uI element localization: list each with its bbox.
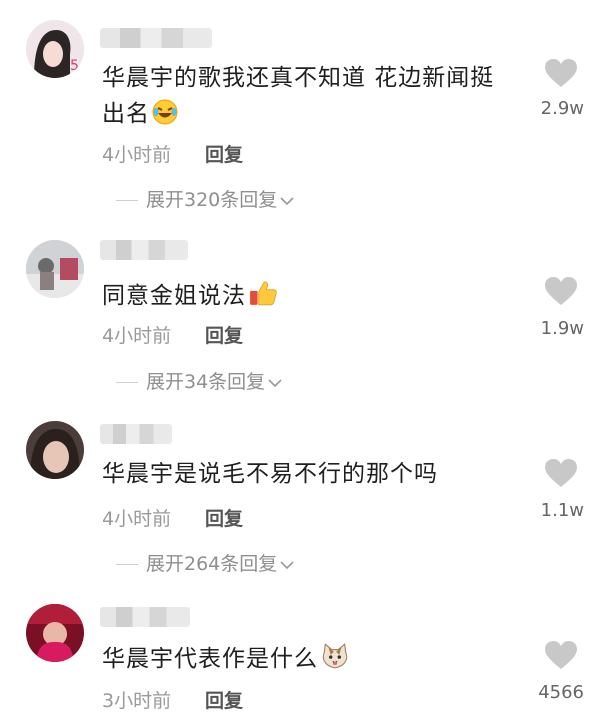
reply-button[interactable]: 回复 <box>205 686 243 713</box>
divider-line <box>116 564 138 565</box>
comment-text: 华晨宇的歌我还真不知道 花边新闻挺 出名 <box>102 60 522 132</box>
expand-replies-label: 展开264条回复 <box>146 553 278 575</box>
timestamp: 3小时前 <box>102 690 172 712</box>
expand-replies-label: 展开320条回复 <box>146 189 278 211</box>
expand-replies-label: 展开34条回复 <box>146 371 266 393</box>
comment-text-fragment: 同意金姐说法 <box>102 283 246 309</box>
reply-button[interactable]: 回复 <box>205 321 243 348</box>
comment-text-line: 出名 <box>102 96 522 132</box>
avatar[interactable] <box>26 604 84 662</box>
comment-text-fragment: 华晨宇代表作是什么 <box>102 646 318 672</box>
username-blurred[interactable] <box>100 28 212 48</box>
divider-line <box>116 200 138 201</box>
timestamp: 4小时前 <box>102 508 172 530</box>
comment-text: 华晨宇代表作是什么 <box>102 641 522 677</box>
timestamp: 4小时前 <box>102 144 172 166</box>
avatar[interactable] <box>26 421 84 479</box>
reply-button[interactable]: 回复 <box>205 504 243 531</box>
username-blurred[interactable] <box>100 424 172 444</box>
timestamp: 4小时前 <box>102 325 172 347</box>
comment-text: 同意金姐说法 <box>102 278 522 314</box>
chevron-down-icon <box>280 560 294 569</box>
comment-text: 华晨宇是说毛不易不行的那个吗 <box>102 461 438 487</box>
expand-replies-button[interactable]: 展开264条回复 <box>116 549 295 576</box>
username-blurred[interactable] <box>100 240 188 260</box>
svg-text:5: 5 <box>70 58 79 74</box>
like-count: 2.9w <box>540 98 584 119</box>
divider-line <box>116 382 138 383</box>
heart-icon[interactable] <box>544 276 578 306</box>
username-blurred[interactable] <box>100 607 190 627</box>
cat-face-emoji <box>322 643 348 669</box>
avatar[interactable]: 5 <box>26 20 84 78</box>
comment-text-line: 华晨宇的歌我还真不知道 花边新闻挺 <box>102 65 495 91</box>
expand-replies-button[interactable]: 展开34条回复 <box>116 367 283 394</box>
heart-icon[interactable] <box>544 458 578 488</box>
comment-text-fragment: 出名 <box>102 101 150 127</box>
reply-button[interactable]: 回复 <box>205 140 243 167</box>
like-count: 1.9w <box>540 318 584 339</box>
avatar[interactable] <box>26 240 84 298</box>
chevron-down-icon <box>280 196 294 205</box>
like-count: 4566 <box>538 682 584 703</box>
chevron-down-icon <box>268 378 282 387</box>
heart-icon[interactable] <box>544 640 578 670</box>
heart-icon[interactable] <box>544 58 578 88</box>
like-count: 1.1w <box>540 500 584 521</box>
laughing-tears-emoji <box>152 99 178 125</box>
thumbs-up-emoji <box>250 281 277 306</box>
expand-replies-button[interactable]: 展开320条回复 <box>116 185 295 212</box>
